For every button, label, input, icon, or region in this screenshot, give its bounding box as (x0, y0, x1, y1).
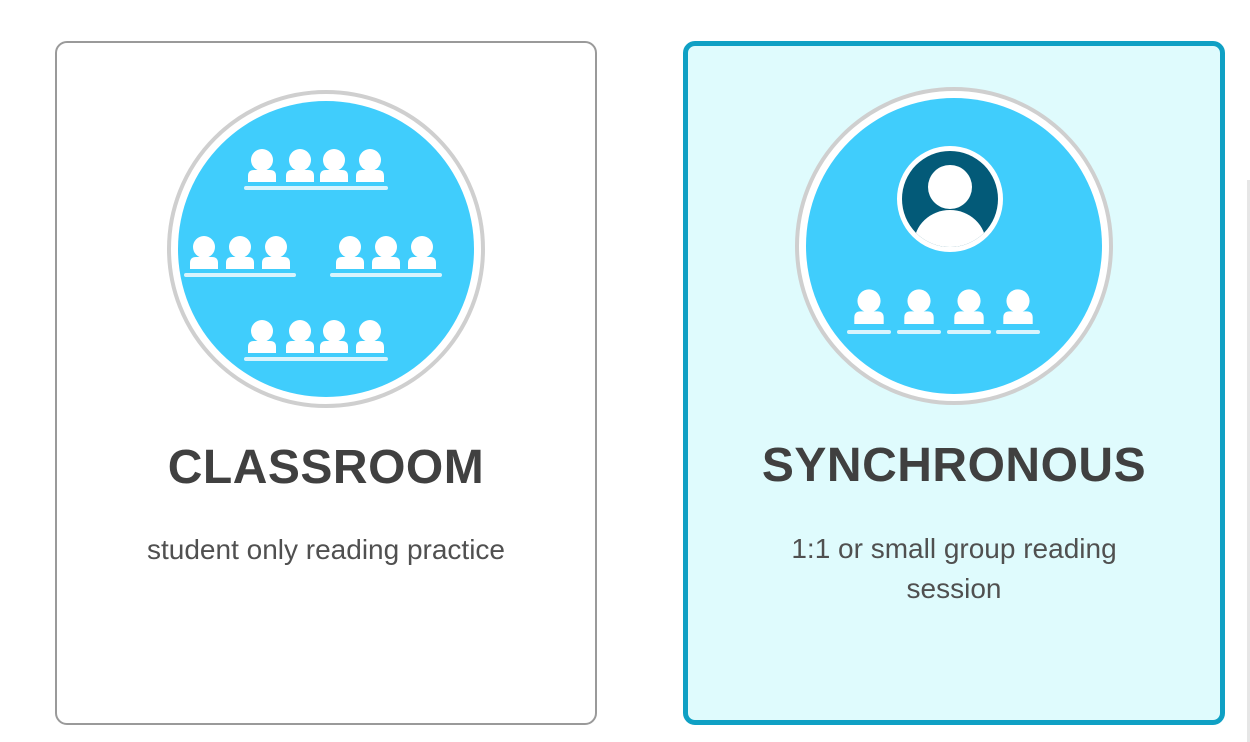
session-type-picker: CLASSROOM student only reading practice (0, 0, 1250, 742)
desk-icon (330, 273, 442, 277)
student-icon (289, 149, 311, 171)
student-icon (323, 149, 345, 171)
student-icon (359, 149, 381, 171)
student-icon (289, 320, 311, 342)
student-icon (251, 149, 273, 171)
student-icon (323, 320, 345, 342)
student-icon (193, 236, 215, 258)
card-description: student only reading practice (147, 534, 505, 565)
student-icon (339, 236, 361, 258)
student-icon (1006, 289, 1030, 313)
desk-icon (244, 357, 388, 361)
desk-icon (897, 330, 941, 334)
student-icon (359, 320, 381, 342)
student-icon (229, 236, 251, 258)
card-title: SYNCHRONOUS (761, 439, 1147, 492)
student-icon (907, 289, 931, 313)
desk-icon (184, 273, 296, 277)
classroom-groups-icon (166, 89, 486, 409)
classroom-card[interactable]: CLASSROOM student only reading practice (55, 41, 597, 725)
student-icon (957, 289, 981, 313)
student-icon (857, 289, 881, 313)
card-title: CLASSROOM (167, 441, 485, 494)
teacher-with-students-icon (794, 86, 1114, 406)
student-icon (411, 236, 433, 258)
synchronous-card[interactable]: SYNCHRONOUS 1:1 or small group reading s… (683, 41, 1225, 725)
student-icon (251, 320, 273, 342)
desk-icon (996, 330, 1040, 334)
desk-icon (847, 330, 891, 334)
student-icon (375, 236, 397, 258)
student-icon (265, 236, 287, 258)
card-description: 1:1 or small group reading session (791, 533, 1117, 604)
desk-icon (947, 330, 991, 334)
desk-icon (244, 186, 388, 190)
